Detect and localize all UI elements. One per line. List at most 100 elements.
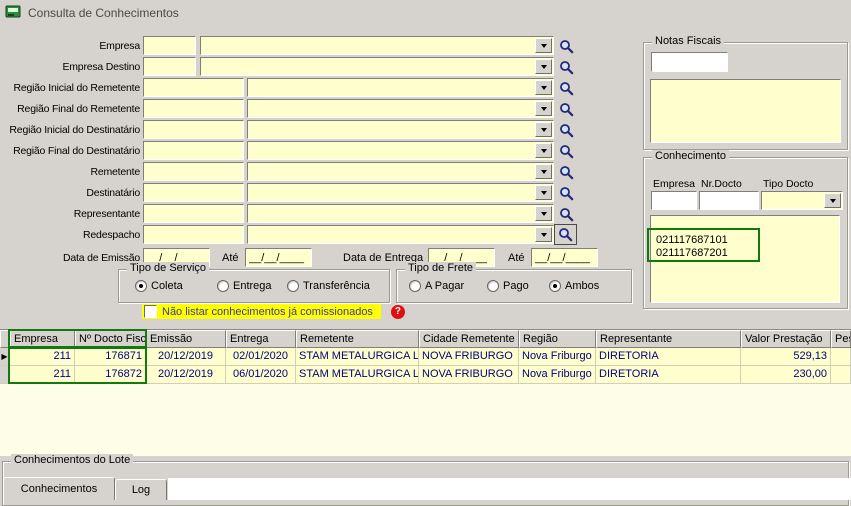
- cell-entrega[interactable]: 06/01/2020: [226, 366, 296, 384]
- nota-fiscal-input[interactable]: [651, 52, 728, 72]
- chevron-down-icon[interactable]: [535, 164, 552, 179]
- chevron-down-icon[interactable]: [535, 122, 552, 137]
- search-icon[interactable]: [557, 37, 575, 55]
- chevron-down-icon[interactable]: [535, 59, 552, 74]
- table-row[interactable]: ▶ 211 176871 20/12/2019 02/01/2020 STAM …: [0, 348, 851, 366]
- conhecimento-nr-docto-input[interactable]: [699, 191, 759, 210]
- radio-coleta-input[interactable]: [135, 280, 147, 292]
- search-icon[interactable]: [557, 163, 575, 181]
- list-item[interactable]: 021117687201: [651, 247, 839, 260]
- exclude-commissioned-checkbox-input[interactable]: [144, 305, 157, 318]
- data-emissao-ate-input[interactable]: [245, 248, 312, 267]
- redespacho-combo[interactable]: [247, 225, 554, 244]
- tab-conhecimentos[interactable]: Conhecimentos: [3, 477, 115, 500]
- exclude-commissioned-checkbox[interactable]: Não listar conhecimentos já comissionado…: [142, 304, 381, 319]
- regiao-inicial-remetente-code-input[interactable]: [143, 78, 244, 97]
- radio-a-pagar-input[interactable]: [409, 280, 421, 292]
- search-icon[interactable]: [554, 224, 577, 245]
- col-header-valor-prestacao[interactable]: Valor Prestação: [741, 330, 831, 348]
- chevron-down-icon[interactable]: [535, 38, 552, 53]
- cell-representante[interactable]: DIRETORIA: [596, 348, 741, 366]
- search-icon[interactable]: [557, 121, 575, 139]
- radio-ambos-input[interactable]: [549, 280, 561, 292]
- empresa-destino-code-input[interactable]: [143, 57, 196, 76]
- representante-code-input[interactable]: [143, 204, 244, 223]
- chevron-down-icon[interactable]: [535, 143, 552, 158]
- cell-valor-prestacao[interactable]: 529,13: [741, 348, 831, 366]
- empresa-code-input[interactable]: [143, 36, 196, 55]
- col-header-emissao[interactable]: Emissão: [146, 330, 226, 348]
- search-icon[interactable]: [557, 142, 575, 160]
- cell-cidade-remetente[interactable]: NOVA FRIBURGO: [419, 366, 519, 384]
- col-header-empresa[interactable]: Empresa: [10, 330, 75, 348]
- cell-regiao[interactable]: Nova Friburgo - RJ: [519, 366, 596, 384]
- redespacho-code-input[interactable]: [143, 225, 244, 244]
- help-icon[interactable]: ?: [391, 305, 405, 319]
- cell-docto-fiscal[interactable]: 176872: [75, 366, 146, 384]
- radio-entrega[interactable]: Entrega: [217, 280, 272, 292]
- col-header-representante[interactable]: Representante: [596, 330, 741, 348]
- chevron-down-icon[interactable]: [535, 80, 552, 95]
- chevron-down-icon[interactable]: [824, 193, 841, 208]
- radio-ambos[interactable]: Ambos: [549, 280, 599, 292]
- representante-combo[interactable]: [247, 204, 554, 223]
- cell-entrega[interactable]: 02/01/2020: [226, 348, 296, 366]
- cell-emissao[interactable]: 20/12/2019: [146, 366, 226, 384]
- conhecimento-empresa-input[interactable]: [651, 191, 697, 210]
- regiao-inicial-destinatario-code-input[interactable]: [143, 120, 244, 139]
- destinatario-combo[interactable]: [247, 183, 554, 202]
- cell-peso[interactable]: [831, 366, 851, 384]
- destinatario-code-input[interactable]: [143, 183, 244, 202]
- chevron-down-icon[interactable]: [535, 227, 552, 242]
- radio-transferencia[interactable]: Transferência: [287, 280, 370, 292]
- radio-transferencia-input[interactable]: [287, 280, 299, 292]
- radio-coleta[interactable]: Coleta: [135, 280, 183, 292]
- data-entrega-ate-input[interactable]: [531, 248, 598, 267]
- remetente-code-input[interactable]: [143, 162, 244, 181]
- cell-remetente[interactable]: STAM METALURGICA LT: [296, 348, 419, 366]
- radio-pago-input[interactable]: [487, 280, 499, 292]
- search-icon[interactable]: [557, 58, 575, 76]
- cell-peso[interactable]: [831, 348, 851, 366]
- cell-emissao[interactable]: 20/12/2019: [146, 348, 226, 366]
- empresa-combo[interactable]: [200, 36, 554, 55]
- cell-empresa[interactable]: 211: [10, 348, 75, 366]
- tab-log[interactable]: Log: [115, 479, 167, 500]
- notas-fiscais-list[interactable]: [650, 79, 841, 143]
- col-header-regiao[interactable]: Região: [519, 330, 596, 348]
- col-header-peso[interactable]: Peso: [831, 330, 851, 348]
- col-header-entrega[interactable]: Entrega: [226, 330, 296, 348]
- radio-pago[interactable]: Pago: [487, 280, 529, 292]
- cell-valor-prestacao[interactable]: 230,00: [741, 366, 831, 384]
- cell-representante[interactable]: DIRETORIA: [596, 366, 741, 384]
- radio-entrega-input[interactable]: [217, 280, 229, 292]
- col-header-cidade-remetente[interactable]: Cidade Remetente: [419, 330, 519, 348]
- regiao-final-destinatario-code-input[interactable]: [143, 141, 244, 160]
- regiao-final-remetente-combo[interactable]: [247, 99, 554, 118]
- search-icon[interactable]: [557, 205, 575, 223]
- conhecimento-list[interactable]: 021117687101 021117687201: [650, 215, 840, 303]
- remetente-combo[interactable]: [247, 162, 554, 181]
- conhecimento-tipo-docto-combo[interactable]: [761, 191, 843, 210]
- list-item[interactable]: 021117687101: [651, 234, 839, 247]
- regiao-inicial-destinatario-combo[interactable]: [247, 120, 554, 139]
- empresa-destino-combo[interactable]: [200, 57, 554, 76]
- chevron-down-icon[interactable]: [535, 206, 552, 221]
- regiao-final-destinatario-combo[interactable]: [247, 141, 554, 160]
- cell-cidade-remetente[interactable]: NOVA FRIBURGO: [419, 348, 519, 366]
- search-icon[interactable]: [557, 100, 575, 118]
- chevron-down-icon[interactable]: [535, 185, 552, 200]
- chevron-down-icon[interactable]: [535, 101, 552, 116]
- cell-regiao[interactable]: Nova Friburgo - RJ: [519, 348, 596, 366]
- cell-remetente[interactable]: STAM METALURGICA LT: [296, 366, 419, 384]
- cell-empresa[interactable]: 211: [10, 366, 75, 384]
- col-header-remetente[interactable]: Remetente: [296, 330, 419, 348]
- regiao-inicial-remetente-combo[interactable]: [247, 78, 554, 97]
- radio-a-pagar[interactable]: A Pagar: [409, 280, 464, 292]
- cell-docto-fiscal[interactable]: 176871: [75, 348, 146, 366]
- search-icon[interactable]: [557, 79, 575, 97]
- table-row[interactable]: 211 176872 20/12/2019 06/01/2020 STAM ME…: [0, 366, 851, 384]
- regiao-final-remetente-code-input[interactable]: [143, 99, 244, 118]
- search-icon[interactable]: [557, 184, 575, 202]
- col-header-docto-fiscal[interactable]: Nº Docto Fiscal: [75, 330, 146, 348]
